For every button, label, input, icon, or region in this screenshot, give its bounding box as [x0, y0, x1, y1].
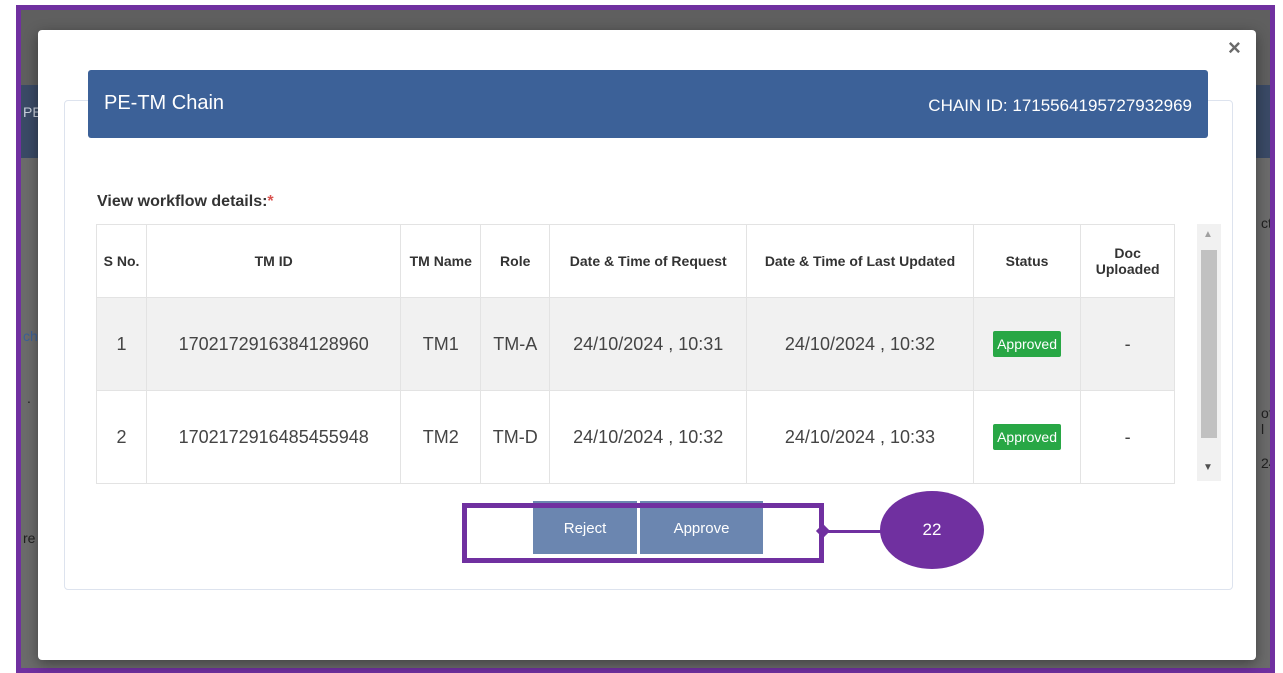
cell-status: Approved [972, 297, 1082, 391]
cell-tm-id: 1702172916485455948 [146, 390, 402, 484]
col-header-doc-uploaded: Doc Uploaded [1080, 224, 1175, 298]
card-header: PE-TM Chain CHAIN ID: 171556419572793296… [88, 70, 1208, 138]
cell-doc: - [1080, 390, 1175, 484]
scroll-down-icon[interactable]: ▼ [1203, 462, 1213, 473]
bg-fragment: of l [1261, 405, 1273, 437]
table-row: 1 1702172916384128960 TM1 TM-A 24/10/202… [95, 297, 1175, 391]
scrollbar-thumb[interactable] [1201, 250, 1217, 438]
cell-last-updated: 24/10/2024 , 10:32 [746, 297, 974, 391]
cell-last-updated: 24/10/2024 , 10:33 [746, 390, 974, 484]
status-badge: Approved [993, 424, 1062, 450]
col-header-status: Status [972, 224, 1082, 298]
workflow-table: S No. TM ID TM Name Role Date & Time of … [95, 224, 1175, 484]
section-label: View workflow details:* [97, 193, 274, 211]
bg-fragment: re [23, 530, 36, 546]
cell-doc: - [1080, 297, 1175, 391]
cell-tm-name: TM2 [400, 390, 482, 484]
cell-sno: 1 [95, 297, 148, 391]
bg-fragment: 24 [1261, 455, 1270, 471]
cell-role: TM-D [480, 390, 551, 484]
col-header-tm-name: TM Name [400, 224, 482, 298]
cell-request-time: 24/10/2024 , 10:31 [549, 297, 748, 391]
table-scrollbar[interactable]: ▲ ▼ [1197, 224, 1221, 481]
cell-tm-id: 1702172916384128960 [146, 297, 402, 391]
annotation-highlight-box [462, 503, 824, 563]
col-header-tm-id: TM ID [146, 224, 402, 298]
cell-role: TM-A [480, 297, 551, 391]
bg-fragment: . [27, 390, 31, 406]
cell-request-time: 24/10/2024 , 10:32 [549, 390, 748, 484]
section-label-text: View workflow details: [97, 193, 268, 210]
bg-fragment: ch [23, 328, 38, 344]
cell-status: Approved [972, 390, 1082, 484]
scroll-up-icon[interactable]: ▲ [1203, 229, 1213, 240]
col-header-last-updated: Date & Time of Last Updated [746, 224, 974, 298]
cell-sno: 2 [95, 390, 148, 484]
status-badge: Approved [993, 331, 1062, 357]
col-header-request-time: Date & Time of Request [549, 224, 748, 298]
table-header-row: S No. TM ID TM Name Role Date & Time of … [95, 224, 1175, 298]
card-title: PE-TM Chain [104, 92, 225, 114]
col-header-role: Role [480, 224, 551, 298]
table-row: 2 1702172916485455948 TM2 TM-D 24/10/202… [95, 390, 1175, 484]
col-header-sno: S No. [95, 224, 148, 298]
cell-tm-name: TM1 [400, 297, 482, 391]
annotation-callout: 22 [880, 491, 984, 569]
bg-fragment: ct [1261, 215, 1272, 231]
chain-id-label: CHAIN ID: 1715564195727932969 [928, 96, 1192, 115]
close-icon[interactable]: × [1228, 37, 1241, 59]
required-mark: * [267, 193, 274, 210]
